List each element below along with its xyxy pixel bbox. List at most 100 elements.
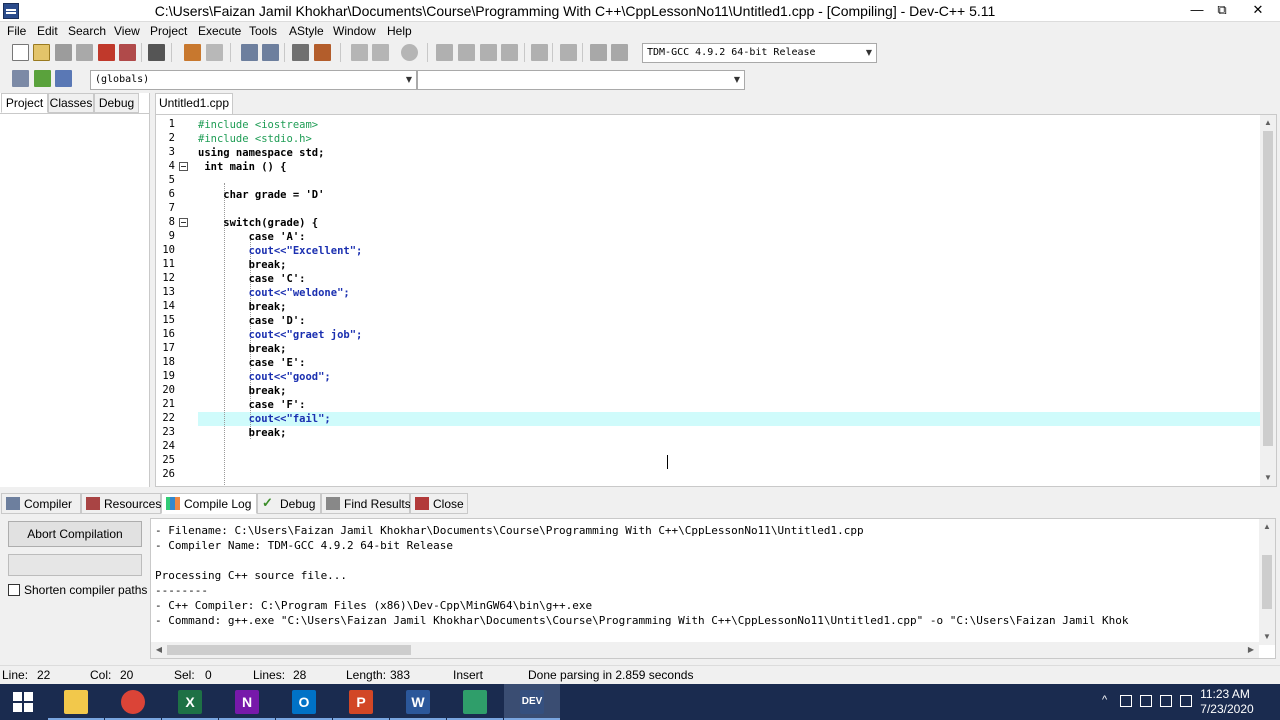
rebuild-icon[interactable]	[501, 44, 518, 61]
clock-date[interactable]: 7/23/2020	[1190, 702, 1264, 716]
menu-help[interactable]: Help	[387, 24, 412, 38]
editor-scroll-thumb[interactable]	[1263, 131, 1273, 446]
print-icon[interactable]	[148, 44, 165, 61]
redo-icon[interactable]	[206, 44, 223, 61]
tab-close[interactable]: Close	[410, 493, 468, 514]
log-horizontal-scrollbar[interactable]: ◀ ▶	[151, 642, 1259, 658]
line-number: 2	[168, 132, 175, 144]
log-hscroll-thumb[interactable]	[167, 645, 411, 655]
menu-view[interactable]: View	[114, 24, 140, 38]
menu-search[interactable]: Search	[68, 24, 106, 38]
app-green-icon	[463, 690, 487, 714]
tab-classes[interactable]: Classes	[48, 93, 94, 113]
bookmark-list-icon[interactable]	[55, 70, 72, 87]
fold-toggle-icon[interactable]	[179, 162, 188, 171]
find-icon[interactable]	[241, 44, 258, 61]
network-icon[interactable]	[1120, 695, 1132, 707]
tab-debug-output[interactable]: ✓ Debug	[257, 493, 321, 514]
editor-vertical-scrollbar[interactable]: ▲ ▼	[1260, 115, 1276, 486]
menu-tools[interactable]: Tools	[249, 24, 277, 38]
replace-icon[interactable]	[262, 44, 279, 61]
taskbar-app-powerpoint[interactable]: P	[333, 684, 389, 720]
taskbar-app-excel[interactable]: X	[162, 684, 218, 720]
clock-time[interactable]: 11:23 AM	[1190, 687, 1260, 701]
log-scroll-thumb[interactable]	[1262, 555, 1272, 609]
tray-chevron-icon[interactable]: ^	[1102, 694, 1107, 706]
tab-compiler[interactable]: Compiler	[1, 493, 81, 514]
profile-icon[interactable]	[590, 44, 607, 61]
checkmark-icon: ✓	[262, 495, 273, 510]
save-all-icon[interactable]	[76, 44, 93, 61]
tab-project[interactable]: Project	[1, 93, 48, 113]
compile-log-output[interactable]: - Filename: C:\Users\Faizan Jamil Khokha…	[150, 518, 1276, 659]
goto-line-icon[interactable]	[292, 44, 309, 61]
shorten-paths-checkbox[interactable]: Shorten compiler paths	[8, 583, 147, 597]
goto-declaration-icon[interactable]	[34, 70, 51, 87]
tab-find-results[interactable]: Find Results	[321, 493, 411, 514]
close-window-button[interactable]: ✕	[1236, 0, 1280, 22]
debug-icon[interactable]	[611, 44, 628, 61]
status-lines-label: Lines:	[253, 668, 286, 682]
abort-compilation-button[interactable]: Abort Compilation	[8, 521, 142, 547]
volume-icon[interactable]	[1160, 695, 1172, 707]
comment-icon[interactable]	[401, 44, 418, 61]
menu-project[interactable]: Project	[150, 24, 187, 38]
scroll-up-icon[interactable]: ▲	[1260, 115, 1276, 131]
taskbar-app-file-explorer[interactable]	[48, 684, 104, 720]
scroll-down-icon[interactable]: ▼	[1259, 629, 1275, 645]
close-file-icon[interactable]	[98, 44, 115, 61]
status-message: Done parsing in 2.859 seconds	[528, 668, 694, 682]
indent-icon[interactable]	[351, 44, 368, 61]
line-number: 9	[168, 230, 175, 242]
undo-icon[interactable]	[184, 44, 201, 61]
start-button[interactable]	[0, 684, 48, 720]
menu-edit[interactable]: Edit	[37, 24, 58, 38]
code-editor[interactable]: 1 2 3 4 5 6 7 8 9 10 11 12 13 14 15 16 17 18 19 20 21 22 23 24 2…	[155, 114, 1277, 487]
unindent-icon[interactable]	[372, 44, 389, 61]
battery-icon[interactable]	[1140, 695, 1152, 707]
toggle-bookmark-icon[interactable]	[314, 44, 331, 61]
menu-window[interactable]: Window	[333, 24, 376, 38]
save-icon[interactable]	[55, 44, 72, 61]
scroll-left-icon[interactable]: ◀	[151, 642, 167, 658]
stop-execution-icon[interactable]	[560, 44, 577, 61]
member-select[interactable]: ▼	[417, 70, 745, 90]
taskbar-app-app-green[interactable]	[447, 684, 503, 720]
scope-select[interactable]: (globals) ▼	[90, 70, 417, 90]
checkbox-box[interactable]	[8, 584, 20, 596]
windows-logo-icon	[13, 692, 33, 712]
scroll-down-icon[interactable]: ▼	[1260, 470, 1276, 486]
scroll-up-icon[interactable]: ▲	[1259, 519, 1275, 535]
taskbar-app-dev-cpp[interactable]: DEV	[504, 684, 560, 720]
run-icon[interactable]	[458, 44, 475, 61]
tab-debug[interactable]: Debug	[94, 93, 139, 113]
syntax-check-icon[interactable]	[531, 44, 548, 61]
tab-resources[interactable]: Resources	[81, 493, 161, 514]
file-explorer-icon	[64, 690, 88, 714]
log-line: - Command: g++.exe "C:\Users\Faizan Jami…	[155, 614, 1129, 627]
fold-toggle-icon[interactable]	[179, 218, 188, 227]
project-tree[interactable]	[0, 113, 149, 487]
compile-icon[interactable]	[436, 44, 453, 61]
maximize-button[interactable]: ⧉	[1207, 0, 1237, 22]
new-file-icon[interactable]	[12, 44, 29, 61]
open-folder-icon[interactable]	[33, 44, 50, 61]
tab-label: Find Results	[344, 497, 411, 511]
menu-file[interactable]: File	[7, 24, 26, 38]
close-all-icon[interactable]	[119, 44, 136, 61]
compile-log-panel: Abort Compilation Shorten compiler paths…	[0, 514, 1280, 661]
taskbar-app-onenote[interactable]: N	[219, 684, 275, 720]
line-number: 24	[162, 440, 175, 452]
editor-tab-untitled1[interactable]: Untitled1.cpp	[155, 93, 233, 114]
insert-icon[interactable]	[12, 70, 29, 87]
compiler-select[interactable]: TDM-GCC 4.9.2 64-bit Release ▼	[642, 43, 877, 63]
log-vertical-scrollbar[interactable]: ▲ ▼	[1259, 519, 1275, 645]
scroll-right-icon[interactable]: ▶	[1243, 642, 1259, 658]
compile-run-icon[interactable]	[480, 44, 497, 61]
tab-compile-log[interactable]: Compile Log	[161, 493, 257, 514]
taskbar-app-word[interactable]: W	[390, 684, 446, 720]
menu-astyle[interactable]: AStyle	[289, 24, 324, 38]
menu-execute[interactable]: Execute	[198, 24, 241, 38]
taskbar-app-chrome[interactable]	[105, 684, 161, 720]
taskbar-app-outlook[interactable]: O	[276, 684, 332, 720]
